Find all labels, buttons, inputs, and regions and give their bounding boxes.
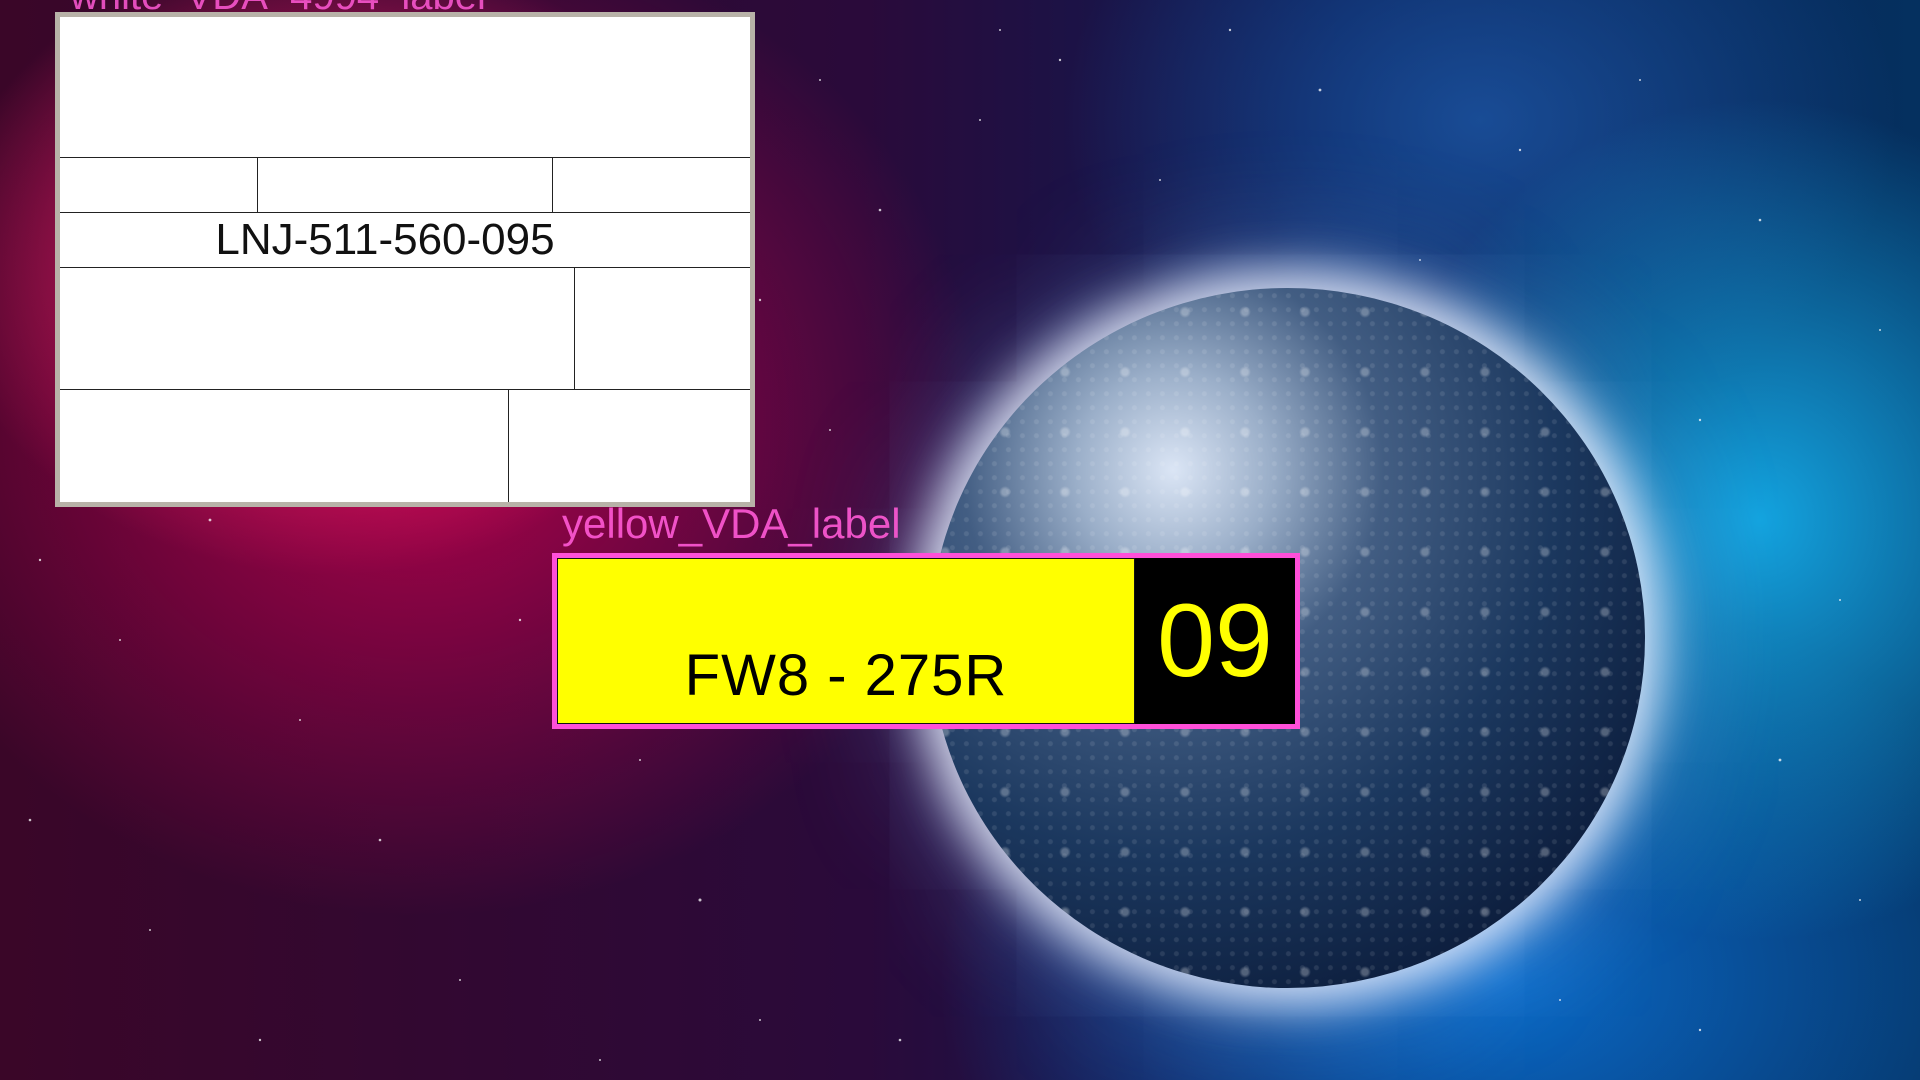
white-label-cell xyxy=(509,390,750,502)
yellow-vda-label[interactable]: FW8 - 275R 09 xyxy=(552,553,1300,729)
white-label-row-3: LNJ-511-560-095 xyxy=(60,213,750,268)
white-label-cell xyxy=(60,17,750,157)
white-label-cell xyxy=(60,158,258,212)
white-label-cell xyxy=(553,158,750,212)
yellow-label-main: FW8 - 275R xyxy=(557,558,1135,724)
yellow-label-plate-number: FW8 - 275R xyxy=(684,643,1008,708)
white-label-cell xyxy=(575,268,750,389)
white-label-cell xyxy=(60,390,509,502)
yellow-label-code: 09 xyxy=(1135,558,1295,724)
white-label-cell xyxy=(258,158,553,212)
yellow-label-caption: yellow_VDA_label xyxy=(562,500,901,547)
white-label-row-1 xyxy=(60,17,750,158)
white-vda-label[interactable]: LNJ-511-560-095 xyxy=(55,12,755,507)
white-label-row-5 xyxy=(60,390,750,502)
white-label-cell xyxy=(60,268,575,389)
white-label-row-2 xyxy=(60,158,750,213)
white-label-row-4 xyxy=(60,268,750,390)
white-label-serial-number: LNJ-511-560-095 xyxy=(215,215,555,264)
